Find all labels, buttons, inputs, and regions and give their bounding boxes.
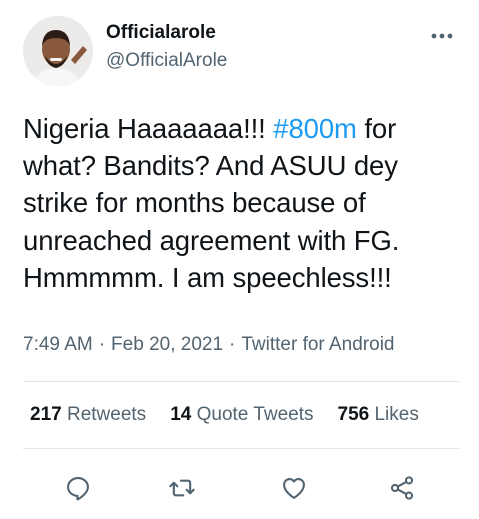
tweet-time[interactable]: 7:49 AM xyxy=(23,334,93,355)
quote-tweets-stat[interactable]: 14 Quote Tweets xyxy=(170,404,313,426)
share-icon xyxy=(390,476,414,500)
tweet-date[interactable]: Feb 20, 2021 xyxy=(111,334,223,355)
divider xyxy=(23,381,459,382)
profile-photo xyxy=(23,16,93,86)
meta-separator: · xyxy=(98,334,106,355)
likes-count: 756 xyxy=(337,404,370,425)
likes-stat[interactable]: 756 Likes xyxy=(338,404,419,426)
more-options-button[interactable] xyxy=(424,22,460,50)
hashtag-link[interactable]: #800m xyxy=(273,113,357,144)
meta-separator: · xyxy=(229,334,236,355)
avatar[interactable] xyxy=(23,16,93,86)
retweet-button[interactable] xyxy=(164,470,200,506)
retweet-icon xyxy=(169,479,195,497)
tweet-text-intro: Nigeria Haaaaaaa!!! xyxy=(23,113,274,144)
tweet-metadata: 7:49 AM · Feb 20, 2021 · Twitter for Android xyxy=(23,334,394,356)
divider xyxy=(23,448,459,449)
tweet-text: Nigeria Haaaaaaa!!! #800m for what? Band… xyxy=(23,110,463,296)
quote-tweets-label: Quote Tweets xyxy=(196,404,314,425)
more-options-icon xyxy=(431,33,453,39)
like-button[interactable] xyxy=(276,470,312,506)
tweet-stats: 217 Retweets 14 Quote Tweets 756 Likes xyxy=(30,404,419,426)
user-handle[interactable]: @OfficialArole xyxy=(106,50,227,72)
likes-label: Likes xyxy=(374,404,419,425)
tweet-source[interactable]: Twitter for Android xyxy=(241,334,394,355)
like-icon xyxy=(283,477,305,499)
tweet-action-bar xyxy=(0,470,479,506)
share-button[interactable] xyxy=(384,470,420,506)
quote-tweets-count: 14 xyxy=(170,404,192,425)
reply-button[interactable] xyxy=(60,470,96,506)
display-name[interactable]: Officialarole xyxy=(106,22,216,44)
retweets-stat[interactable]: 217 Retweets xyxy=(30,404,146,426)
reply-icon xyxy=(67,477,89,501)
retweets-count: 217 xyxy=(30,404,62,425)
retweets-label: Retweets xyxy=(66,404,147,425)
